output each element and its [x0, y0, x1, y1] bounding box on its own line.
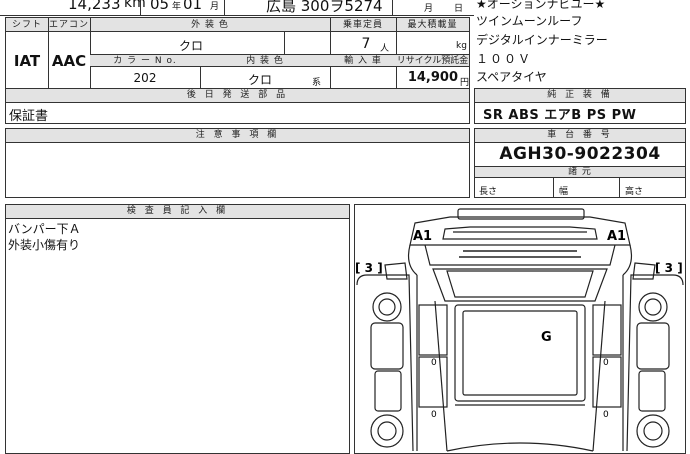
mark-zero: 0	[431, 358, 437, 368]
mark-zero: 0	[431, 410, 437, 420]
length-label: 長さ	[479, 187, 498, 197]
mark-zero: 0	[603, 358, 609, 368]
mark-front-left: A1	[413, 229, 432, 244]
notes-box: 注 意 事 項 欄	[5, 128, 470, 198]
mark-front-right: A1	[607, 229, 626, 244]
mileage: 14,233	[68, 0, 121, 13]
shift-value: IAT	[13, 52, 41, 70]
capacity-value: 7	[361, 36, 371, 52]
year: 05	[150, 0, 170, 13]
option-item: デジタルインナーミラー	[476, 33, 608, 47]
exterior-color-value: クロ	[178, 39, 203, 53]
width-label: 幅	[559, 187, 569, 197]
max-load-label: 最大積載量	[407, 20, 458, 30]
recycle-unit: 円	[460, 78, 470, 88]
inspector-label: 検 査 員 記 入 欄	[6, 205, 349, 219]
option-item: ツインムーンルーフ	[476, 14, 583, 28]
shift-label: シフト	[11, 20, 42, 30]
color-no-value: 202	[133, 71, 157, 85]
month-unit: 月	[210, 2, 220, 12]
option-item: １００Ｖ	[476, 52, 533, 66]
recycle-value: 14,900	[407, 70, 458, 85]
genuine-equipment-box: 純 正 装 備 SR ABS エアB PS PW	[474, 88, 686, 124]
mileage-unit: km	[124, 0, 146, 11]
year-unit: 年	[172, 2, 182, 12]
height-label: 高さ	[625, 187, 644, 197]
options-box: ★オーションナビユー★ ツインムーンルーフ デジタルインナーミラー １００Ｖ ス…	[474, 0, 686, 85]
inspector-box: 検 査 員 記 入 欄 バンパー下Ａ 外装小傷有り	[5, 204, 350, 454]
option-item: ★オーションナビユー★	[476, 0, 606, 11]
car-diagram: A1 A1 [ 3 ] [ 3 ] G 0 0 0 0	[355, 208, 684, 452]
month: 01	[183, 0, 203, 13]
genuine-equipment-label: 純 正 装 備	[475, 89, 685, 103]
delivery-parts-box: 後 日 発 送 部 品 保証書	[5, 88, 470, 124]
max-load-unit: kg	[456, 41, 467, 51]
date-month-unit: 月	[424, 4, 434, 14]
aircon-label: エアコン	[48, 20, 89, 30]
chassis-no-value: AGH30-9022304	[499, 144, 661, 164]
interior-suffix: 系	[312, 78, 322, 88]
exterior-color-label: 外 装 色	[191, 20, 229, 30]
aircon-value: AAC	[51, 52, 87, 70]
mark-roof: G	[541, 330, 552, 345]
interior-color-label: 内 装 色	[246, 56, 284, 66]
top-row: 14,233 km 05 年 01 月 広島 300ヲ5274 月 日	[0, 0, 474, 16]
spec-grid: シフト エアコン 外 装 色 乗車定員 最大積載量 カ ラ ー N o. 内 装…	[5, 17, 470, 89]
capacity-label: 乗車定員	[342, 20, 383, 30]
option-item: スペアタイヤ	[476, 70, 547, 84]
delivery-parts-value: 保証書	[9, 109, 49, 124]
capacity-unit: 人	[380, 44, 390, 54]
recycle-label: リサイクル預託金	[396, 56, 469, 66]
color-no-label: カ ラ ー N o.	[113, 56, 177, 66]
chassis-box: 車 台 番 号 AGH30-9022304 諸 元 長さ 幅 高さ	[474, 128, 686, 198]
notes-label: 注 意 事 項 欄	[6, 129, 469, 143]
delivery-parts-label: 後 日 発 送 部 品	[6, 89, 469, 103]
genuine-equipment-value: SR ABS エアB PS PW	[483, 108, 637, 123]
mark-zero: 0	[603, 410, 609, 420]
dimensions-label: 諸 元	[568, 167, 592, 177]
import-label: 輸 入 車	[344, 56, 382, 66]
mark-right-side: [ 3 ]	[655, 261, 683, 275]
car-diagram-box: A1 A1 [ 3 ] [ 3 ] G 0 0 0 0	[354, 204, 686, 454]
date-day-unit: 日	[454, 4, 464, 14]
mark-left-side: [ 3 ]	[355, 261, 383, 275]
inspector-note: バンパー下Ａ	[8, 222, 81, 236]
chassis-no-label: 車 台 番 号	[475, 129, 685, 143]
plate-number: 広島 300ヲ5274	[266, 0, 383, 15]
inspector-note: 外装小傷有り	[8, 238, 81, 252]
interior-color-value: クロ	[247, 73, 272, 87]
